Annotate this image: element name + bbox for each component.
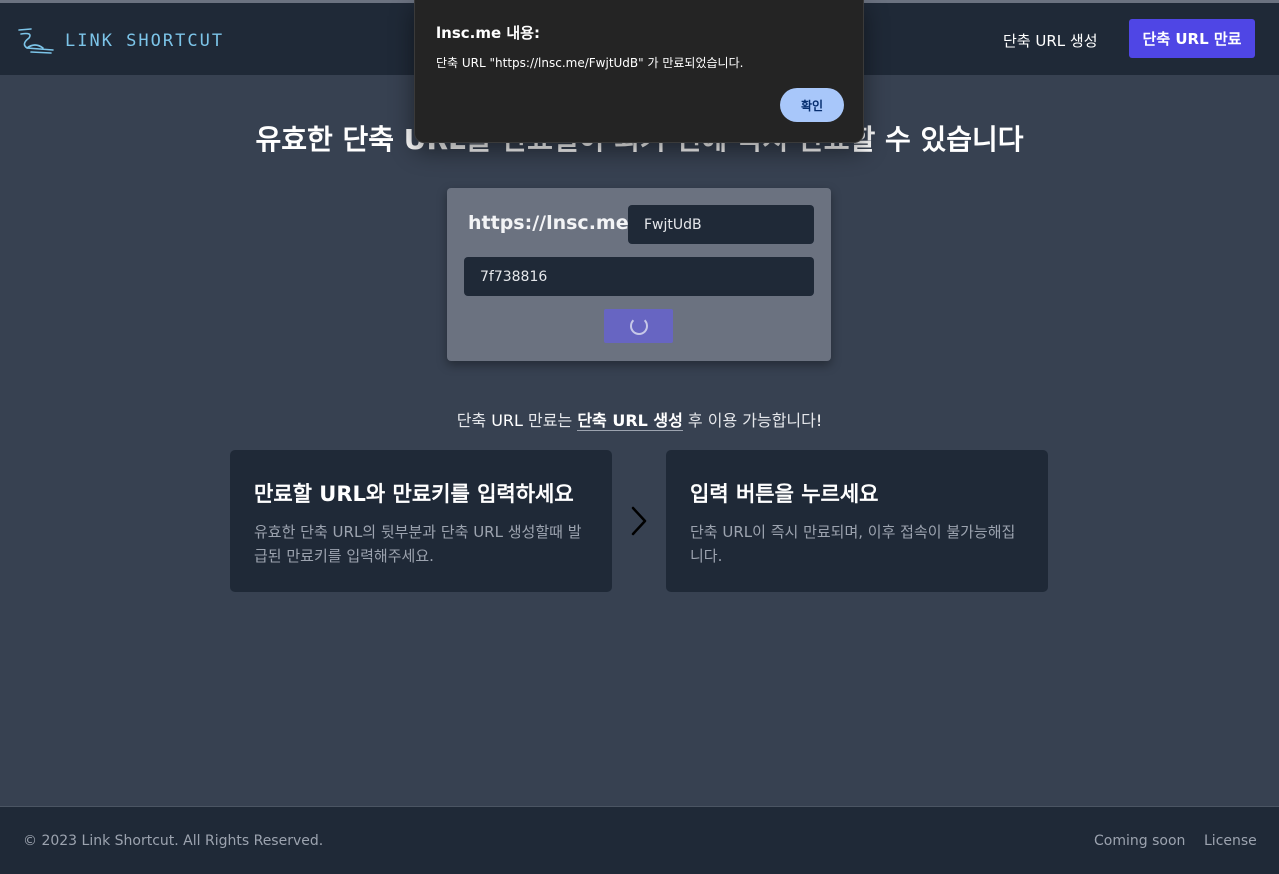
notice-url: URL — [491, 411, 523, 430]
link-logo-icon — [18, 28, 54, 54]
logo[interactable]: LINK SHORTCUT — [17, 26, 224, 56]
notice-bang: ! — [815, 411, 823, 430]
dialog-confirm-button[interactable]: 확인 — [780, 88, 844, 122]
footer-license-link[interactable]: License — [1204, 833, 1257, 849]
dialog-message: 단축 URL "https://lnsc.me/FwjtUdB" 가 만료되었습… — [436, 56, 744, 70]
chevron-right-icon — [631, 506, 647, 536]
step-title: 입력 버튼을 누르세요 — [690, 482, 879, 506]
step-card-1: 만료할 URL와 만료키를 입력하세요 유효한 단축 URL의 뒷부분과 단축 … — [230, 450, 612, 592]
submit-button[interactable] — [604, 309, 673, 343]
footer-coming-soon-link[interactable]: Coming soon — [1094, 833, 1185, 849]
step-description: 단축 URL이 즉시 만료되며, 이후 접속이 불가능해집니다. — [690, 523, 1016, 565]
notice-text: 후 이용 가능합니다 — [682, 411, 816, 430]
logo-text: LINK SHORTCUT — [65, 31, 225, 51]
usage-notice: 단축 URL 만료는 단축 URL 생성 후 이용 가능합니다! — [0, 407, 1279, 431]
notice-text: 단축 — [456, 411, 492, 430]
step-title: 만료할 URL와 만료키를 입력하세요 — [254, 482, 574, 506]
dialog-title: lnsc.me 내용: — [436, 24, 540, 42]
url-prefix-label: https://lnsc.me/ — [468, 212, 636, 234]
notice-create-link[interactable]: 단축 URL 생성 — [577, 411, 683, 431]
site-footer: © 2023 Link Shortcut. All Rights Reserve… — [0, 806, 1279, 874]
loading-spinner-icon — [630, 317, 648, 335]
expire-form-card: https://lnsc.me/ — [447, 188, 831, 361]
notice-text: 만료는 — [522, 411, 578, 430]
nav-expire-url-button[interactable]: 단축 URL 만료 — [1129, 19, 1255, 58]
nav-create-url-link[interactable]: 단축 URL 생성 — [1003, 30, 1098, 51]
copyright-text: © 2023 Link Shortcut. All Rights Reserve… — [23, 833, 324, 849]
step-description: 유효한 단축 URL의 뒷부분과 단축 URL 생성할때 발급된 만료키를 입력… — [254, 523, 582, 565]
alert-dialog: lnsc.me 내용: 단축 URL "https://lnsc.me/Fwjt… — [414, 0, 864, 143]
step-card-2: 입력 버튼을 누르세요 단축 URL이 즉시 만료되며, 이후 접속이 불가능해… — [666, 450, 1048, 592]
short-code-input[interactable] — [628, 205, 814, 244]
expire-key-input[interactable] — [464, 257, 814, 296]
